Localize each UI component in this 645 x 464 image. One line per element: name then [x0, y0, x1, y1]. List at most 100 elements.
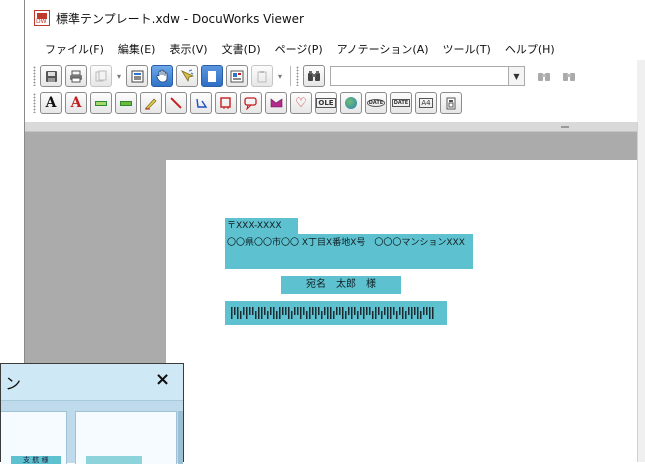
- toolbar-grip[interactable]: [296, 66, 299, 86]
- text-annotation-icon: A: [45, 95, 57, 111]
- save-icon: [45, 70, 57, 82]
- dialog-title: ン: [5, 374, 22, 393]
- splitter-bar[interactable]: [25, 122, 637, 132]
- binoculars-icon: [308, 71, 320, 81]
- find-next-icon: [563, 73, 575, 81]
- date-stamp-button[interactable]: DATE: [365, 92, 387, 114]
- docuworks-app-icon: [34, 10, 50, 26]
- thumbnail-text: 支 航 様: [23, 456, 49, 464]
- barcode-bar: [336, 307, 338, 315]
- highlighter-green-icon: [120, 100, 132, 106]
- annotation-toolbar: A A ♡ OLE DATE DATE A4: [25, 90, 645, 116]
- menu-tools[interactable]: ツール(T): [437, 39, 497, 59]
- barcode-bar: [417, 307, 419, 319]
- a4-page-button[interactable]: A4: [415, 92, 437, 114]
- date-icon: DATE: [366, 99, 386, 107]
- barcode-bar: [402, 307, 404, 319]
- chevron-down-icon: ▼: [513, 71, 520, 81]
- search-dropdown-button[interactable]: ▼: [509, 66, 525, 86]
- barcode-bar: [258, 307, 260, 319]
- text-red-annotation-button[interactable]: A: [65, 92, 87, 114]
- dialog-title-bar[interactable]: ン ×: [1, 364, 183, 398]
- rectangle-button[interactable]: [215, 92, 237, 114]
- find-previous-button[interactable]: [533, 65, 555, 87]
- stamp-button[interactable]: [265, 92, 287, 114]
- barcode-bar: [369, 307, 371, 315]
- marker-button[interactable]: [140, 92, 162, 114]
- rectangle-icon: [219, 96, 231, 109]
- polyline-button[interactable]: [190, 92, 212, 114]
- hand-tool-button[interactable]: [151, 65, 173, 87]
- menu-view[interactable]: 表示(V): [163, 39, 213, 59]
- barcode-bar: [339, 307, 341, 315]
- link-button[interactable]: [340, 92, 362, 114]
- thumbnail-item[interactable]: 支 航 様: [1, 411, 67, 464]
- ole-icon: OLE: [316, 98, 336, 108]
- heart-button[interactable]: ♡: [290, 92, 312, 114]
- postal-barcode-annotation[interactable]: [225, 301, 447, 325]
- close-icon[interactable]: ×: [155, 370, 170, 390]
- callout-button[interactable]: [240, 92, 262, 114]
- barcode-bar: [333, 311, 335, 319]
- barcode-bar: [348, 307, 350, 315]
- clipboard-button[interactable]: [251, 65, 273, 87]
- line-button[interactable]: [165, 92, 187, 114]
- toolbar-grip[interactable]: [33, 93, 36, 113]
- menu-file[interactable]: ファイル(F): [39, 39, 110, 59]
- barcode-bar: [234, 307, 236, 315]
- chevron-down-icon[interactable]: ▾: [276, 65, 284, 87]
- menu-edit[interactable]: 編集(E): [112, 39, 162, 59]
- menu-annotation[interactable]: アノテーション(A): [331, 39, 435, 59]
- zip-code-annotation[interactable]: 〒XXX-XXXX: [225, 218, 298, 234]
- highlighter-green-button[interactable]: [115, 92, 137, 114]
- page-icon: [208, 70, 216, 82]
- text-annotation-button[interactable]: A: [40, 92, 62, 114]
- image-button[interactable]: [226, 65, 248, 87]
- barcode-bar: [360, 307, 362, 315]
- page-thumbnail-button[interactable]: [201, 65, 223, 87]
- barcode-bar: [351, 307, 353, 319]
- barcode-bar: [261, 307, 263, 319]
- save-button[interactable]: [40, 65, 62, 87]
- find-button[interactable]: [303, 65, 325, 87]
- barcode-bar: [291, 311, 293, 319]
- address-annotation[interactable]: 〇〇県〇〇市〇〇 X丁目X番地X号 〇〇〇マンションXXX: [225, 234, 473, 269]
- date-stamp2-button[interactable]: DATE: [390, 92, 412, 114]
- menu-page[interactable]: ページ(P): [269, 39, 329, 59]
- toolbar-grip[interactable]: [33, 66, 36, 86]
- heart-icon: ♡: [295, 95, 307, 111]
- barcode-bar: [231, 307, 233, 319]
- page-layout-button[interactable]: [440, 92, 462, 114]
- barcode-bar: [345, 311, 347, 319]
- barcode-bar: [411, 307, 413, 319]
- barcode-bar: [432, 307, 434, 319]
- barcode-bar: [342, 307, 344, 319]
- date2-icon: DATE: [391, 99, 411, 107]
- dialog-scrollbar[interactable]: [178, 411, 183, 464]
- barcode-bar: [381, 311, 383, 319]
- barcode-bar: [270, 307, 272, 315]
- page-view-icon: [131, 70, 143, 82]
- thumbnail-item[interactable]: [75, 411, 177, 464]
- menu-document[interactable]: 文書(D): [216, 39, 267, 59]
- vertical-scrollbar[interactable]: [637, 122, 645, 462]
- recipient-name-annotation[interactable]: 宛名 太郎 様: [281, 276, 401, 294]
- print-button[interactable]: [65, 65, 87, 87]
- splitter-handle[interactable]: [561, 126, 569, 128]
- select-tool-button[interactable]: [176, 65, 198, 87]
- ole-button[interactable]: OLE: [315, 92, 337, 114]
- thumbnail-annotation-strip: [86, 456, 142, 464]
- barcode-bar: [276, 311, 278, 319]
- text-red-annotation-icon: A: [70, 95, 82, 111]
- find-next-button[interactable]: [558, 65, 580, 87]
- stamp-icon: [270, 98, 282, 108]
- search-input[interactable]: [330, 66, 509, 86]
- highlighter-button[interactable]: [90, 92, 112, 114]
- barcode-bar: [288, 307, 290, 319]
- chevron-down-icon[interactable]: ▾: [115, 65, 123, 87]
- page-view-button[interactable]: [126, 65, 148, 87]
- copy-button[interactable]: [90, 65, 112, 87]
- highlighter-icon: [95, 100, 107, 106]
- title-bar: 標準テンプレート.xdw - DocuWorks Viewer: [25, 0, 645, 36]
- menu-help[interactable]: ヘルプ(H): [499, 39, 561, 59]
